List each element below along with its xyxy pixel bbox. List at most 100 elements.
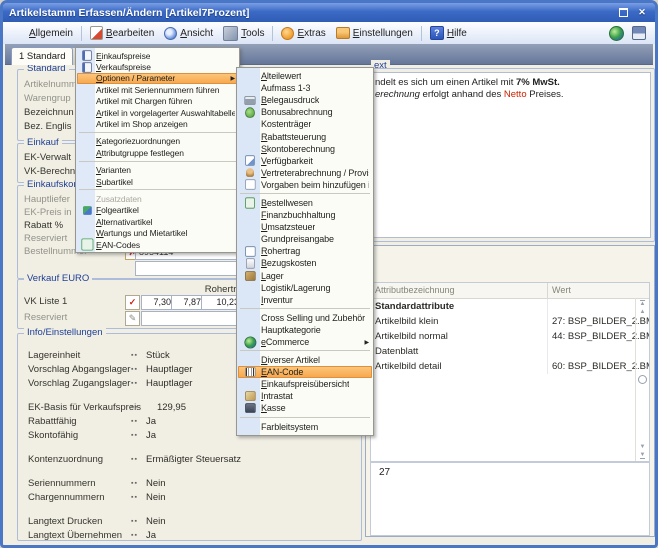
menu-item-ean-codes[interactable]: EAN-Codes [77, 239, 238, 250]
attribute-row[interactable]: Artikelbild detail60: BSP_BILDER_2.BMP [371, 359, 649, 374]
menu-item-vorgaben-beim-hinzuf-gen-im-beleg[interactable]: Vorgaben beim hinzufügen im Beleg [238, 179, 372, 191]
globe-icon[interactable] [609, 26, 624, 41]
menu-item-verf-gbarkeit[interactable]: Verfügbarkeit [238, 155, 372, 167]
menu-item-vertreterabrechnung-provision[interactable]: Vertreterabrechnung / Provision [238, 167, 372, 179]
menu-item-alternativartikel[interactable]: Alternativartikel [77, 216, 238, 227]
save-icon[interactable] [632, 26, 646, 40]
menu-item-umsatzsteuer[interactable]: Umsatzsteuer [238, 221, 372, 233]
scroll-down-icon[interactable]: ▼ [640, 444, 646, 450]
menubar-item-einstellungen[interactable]: Einstellungen [331, 25, 418, 41]
menu-item-cross-selling-und-zubeh-r[interactable]: Cross Selling und Zubehör [238, 312, 372, 324]
scroll-bottom-icon[interactable]: ▼ [640, 452, 646, 459]
lager-icon [241, 271, 259, 281]
menu-item-diverser-artikel[interactable]: Diverser Artikel [238, 354, 372, 366]
equals-icon: ▪▪ [131, 366, 138, 373]
table-scroll-rail[interactable]: ▲ ▲ ▼ ▼ [635, 298, 649, 461]
menu-item-folgeartikel[interactable]: Folgeartikel [77, 205, 238, 216]
menu-item-aufmass-1-3[interactable]: Aufmass 1-3 [238, 82, 372, 94]
menu-item-optionen-parameter[interactable]: Optionen / Parameter▶ [77, 73, 238, 84]
menu-item-inventur[interactable]: Inventur [238, 294, 372, 306]
attribute-row[interactable]: Standardattribute [371, 299, 649, 314]
menu-item-intrastat[interactable]: Intrastat [238, 390, 372, 402]
attribute-row[interactable]: Artikelbild klein27: BSP_BILDER_2.BMP [371, 314, 649, 329]
scroll-top-icon[interactable]: ▲ [640, 300, 646, 307]
scroll-up-icon[interactable]: ▲ [640, 309, 646, 315]
restore-button[interactable] [616, 7, 630, 19]
hint-text-segment: erfolgt anhand des [420, 89, 504, 100]
menubar-item-bearbeiten[interactable]: Bearbeiten [85, 24, 159, 42]
hint-line: erechnung erfolgt anhand des Netto Preis… [375, 89, 645, 101]
menu-item-varianten[interactable]: Varianten [77, 165, 238, 176]
attribute-value: 60: BSP_BILDER_2.BMP [548, 359, 649, 374]
menu-item-lager[interactable]: Lager [238, 270, 372, 282]
menubar-item-allgemein[interactable]: Allgemein [8, 25, 78, 42]
menu-item-subartikel[interactable]: Subartikel [77, 176, 238, 187]
tab-standard[interactable]: 1 Standard [11, 47, 73, 65]
menu-item-wartungs-und-mietartikel[interactable]: Wartungs und Mietartikel [77, 227, 238, 238]
vk-liste-check-icon[interactable]: ✓ [125, 295, 140, 310]
attribute-name: Artikelbild detail [371, 359, 548, 374]
bestell-icon [245, 197, 255, 208]
equals-icon: ▪▪ [131, 494, 138, 501]
menu-bar: Allgemein BearbeitenAnsichtTools ExtrasEin… [3, 22, 655, 45]
verkauf-reserviert-pencil-icon[interactable]: ✎ [125, 311, 140, 326]
field-label-ek-preis-in: EK-Preis in [24, 207, 72, 218]
verkauf-reserviert-field[interactable] [141, 311, 243, 326]
attribute-table[interactable]: Attributbezeichnung Wert Standardattribu… [370, 282, 650, 462]
col-attributbezeichnung[interactable]: Attributbezeichnung [371, 283, 548, 298]
menubar-item-tools[interactable]: Tools [218, 24, 269, 43]
menu-item-bestellwesen[interactable]: Bestellwesen [238, 197, 372, 209]
menu-item-alteilewert[interactable]: Alteilewert [238, 70, 372, 82]
menu-item-belegausdruck[interactable]: Belegausdruck [238, 94, 372, 106]
menu-item-ean-code[interactable]: EAN-Code [238, 366, 372, 378]
menu-item-artikel-in-vorgelagerter-auswahltabelle-verbergen[interactable]: Artikel in vorgelagerter Auswahltabelle … [77, 107, 238, 118]
menu-item-farbleitsystem[interactable]: Farbleitsystem [238, 421, 372, 433]
menu-item-finanzbuchhaltung[interactable]: Finanzbuchhaltung [238, 209, 372, 221]
info-label-seriennummern: Seriennummern [28, 478, 96, 489]
menu-item-hauptkategorie[interactable]: Hauptkategorie [238, 324, 372, 336]
menu-item-label: Belegausdruck [261, 95, 319, 105]
menu-item-einkaufspreis-bersicht[interactable]: Einkaufspreisübersicht [238, 378, 372, 390]
attribute-row[interactable]: Datenblatt [371, 344, 649, 359]
menu-item-bonusabrechnung[interactable]: Bonusabrechnung [238, 106, 372, 118]
menu-item-label: Kasse [261, 403, 286, 413]
info-value-vorschlag-zugangslager: Hauptlager [146, 378, 192, 389]
attribute-value: 44: BSP_BILDER_2.BMP [548, 329, 649, 344]
menu-separator [240, 417, 370, 419]
attribute-row[interactable]: Artikelbild normal44: BSP_BILDER_2.BMP [371, 329, 649, 344]
menu-item-artikel-im-shop-anzeigen[interactable]: Artikel im Shop anzeigen [77, 118, 238, 129]
menu-item-attributgruppe-festlegen[interactable]: Attributgruppe festlegen [77, 147, 238, 158]
menu-item-logistik-lagerung[interactable]: Logistik/Lagerung [238, 282, 372, 294]
menu-item-bezugskosten[interactable]: Bezugskosten [238, 257, 372, 269]
col-wert[interactable]: Wert [548, 283, 649, 298]
vk-price-1-field[interactable]: 7,30 [141, 295, 175, 310]
menu-item-ecommerce[interactable]: eCommerce▶ [238, 336, 372, 348]
menu-item-artikel-mit-seriennummern-f-hren[interactable]: Artikel mit Seriennummern führen [77, 84, 238, 95]
vk-price-2-field[interactable]: 7,87 [171, 295, 205, 310]
menu-item-kostentr-ger[interactable]: Kostenträger [238, 118, 372, 130]
field-label-reserviert: Reserviert [24, 233, 67, 244]
attribute-table-header: Attributbezeichnung Wert [371, 283, 649, 299]
menu-item-rabattsteuerung[interactable]: Rabattsteuerung [238, 130, 372, 142]
menubar-item-hilfe[interactable]: ?Hilfe [425, 24, 472, 42]
attribute-footer-box[interactable]: 27 [370, 462, 650, 536]
menu-item-label: Aufmass 1-3 [261, 83, 310, 93]
menu-item-kategoriezuordnungen[interactable]: Kategoriezuordnungen [77, 136, 238, 147]
menubar-item-ansicht[interactable]: Ansicht [159, 25, 218, 42]
close-button[interactable]: ✕ [635, 7, 649, 19]
verfueg-icon [241, 156, 259, 166]
menu-item-label: Bezugskosten [261, 258, 316, 268]
hint-textbox[interactable]: ndelt es sich um einen Artikel mit 7% Mw… [369, 72, 651, 238]
equals-icon: ▪▪ [131, 518, 138, 525]
menu-item-kasse[interactable]: Kasse [238, 402, 372, 414]
menu-item-artikel-mit-chargen-f-hren[interactable]: Artikel mit Chargen führen [77, 96, 238, 107]
menu-item-zusatzdaten[interactable]: Zusatzdaten [77, 193, 238, 204]
search-icon[interactable] [638, 375, 647, 384]
menu-item-grundpreisangabe[interactable]: Grundpreisangabe [238, 233, 372, 245]
attribute-name: Artikelbild normal [371, 329, 548, 344]
menu-item-rohertrag[interactable]: Rohertrag [238, 245, 372, 257]
menu-item-skontoberechnung[interactable]: Skontoberechnung [238, 143, 372, 155]
menu-item-einkaufspreise[interactable]: Einkaufspreise [77, 50, 238, 61]
menu-item-verkaufspreise[interactable]: Verkaufspreise [77, 61, 238, 72]
menubar-item-extras[interactable]: Extras [276, 25, 330, 42]
